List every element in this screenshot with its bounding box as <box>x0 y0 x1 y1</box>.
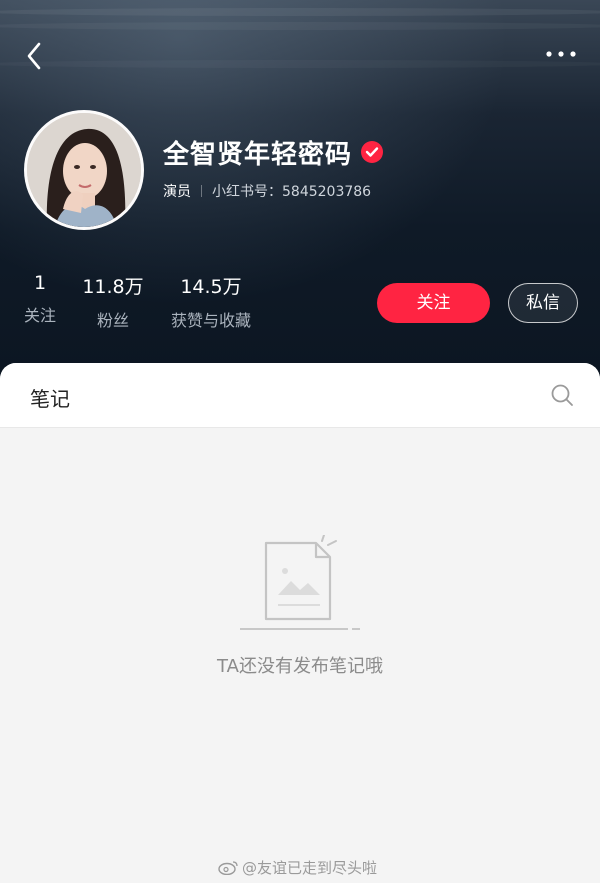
verified-badge-icon <box>361 141 383 163</box>
follow-button[interactable]: 关注 <box>377 283 490 323</box>
profile-header: 全智贤年轻密码 演员 小红书号：5845203786 1 关注 11.8万 粉丝 … <box>0 0 600 380</box>
profile-name: 全智贤年轻密码 <box>163 140 353 170</box>
stat-value: 11.8万 <box>82 276 144 298</box>
stat-following[interactable]: 1 关注 <box>22 272 58 326</box>
stat-followers[interactable]: 11.8万 粉丝 <box>80 272 146 331</box>
tab-notes[interactable]: 笔记 <box>30 383 70 412</box>
avatar-image <box>27 113 141 227</box>
profile-role: 演员 <box>163 184 191 200</box>
back-button[interactable] <box>22 40 50 72</box>
avatar[interactable] <box>24 110 144 230</box>
profile-id: 小红书号：5845203786 <box>212 184 372 200</box>
profile-meta: 演员 小红书号：5845203786 <box>163 181 371 201</box>
more-horizontal-icon <box>546 51 576 57</box>
water-texture <box>0 8 600 16</box>
chevron-left-icon <box>27 42 41 70</box>
water-texture <box>0 22 600 30</box>
tab-bar: 笔记 <box>0 363 600 428</box>
stat-value: 1 <box>33 272 47 294</box>
message-button[interactable]: 私信 <box>508 283 578 323</box>
stat-label: 关注 <box>23 306 56 325</box>
search-icon[interactable] <box>550 383 574 407</box>
stat-label: 获赞与收藏 <box>170 311 251 330</box>
watermark-text: @友谊已走到尽头啦 <box>242 859 378 877</box>
empty-state-text: TA还没有发布笔记哦 <box>217 656 383 677</box>
empty-notes-icon <box>240 535 360 630</box>
stat-likes-collects[interactable]: 14.5万 获赞与收藏 <box>166 272 256 331</box>
more-button[interactable] <box>544 42 578 66</box>
weibo-icon <box>218 861 238 876</box>
meta-divider <box>201 185 202 197</box>
watermark: @友谊已走到尽头啦 <box>218 857 377 878</box>
water-texture <box>0 60 600 68</box>
notes-panel: 笔记 TA还没有发布笔记哦 @友谊已走到尽头啦 <box>0 363 600 883</box>
stat-label: 粉丝 <box>96 311 129 330</box>
stat-value: 14.5万 <box>180 276 242 298</box>
